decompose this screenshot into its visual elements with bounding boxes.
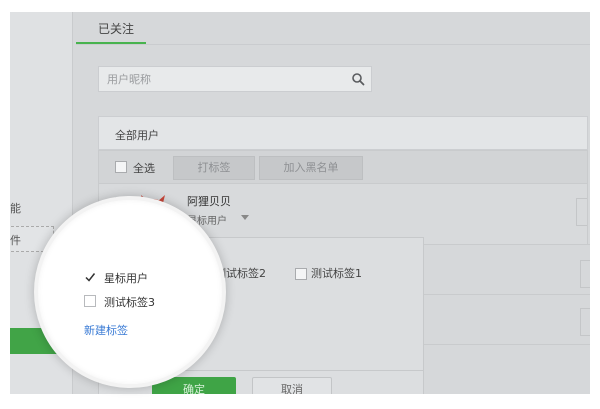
new-tag-link[interactable]: 新建标签 (84, 322, 128, 338)
magnifier-callout: 星标用户 测试标签3 新建标签 测试标签1 (34, 196, 226, 388)
search-box (98, 66, 372, 92)
search-input[interactable] (107, 71, 347, 87)
row-divider (424, 344, 590, 345)
row-edge-control (580, 308, 590, 336)
blacklist-button[interactable]: 加入黑名单 (259, 156, 363, 180)
select-all-label[interactable]: 全选 (133, 160, 155, 176)
row-divider (424, 294, 590, 295)
tab-bar-divider (76, 44, 590, 45)
screenshot-canvas: 能 件 已关注 全部用户 全选 打标签 加入黑名单 (0, 0, 600, 409)
search-icon[interactable] (351, 72, 365, 86)
row-edge-control (580, 260, 590, 288)
tag-option-label: 测试标签3 (104, 296, 155, 309)
tag-option-checkbox[interactable] (295, 268, 307, 280)
tab-followed[interactable]: 已关注 (98, 20, 134, 37)
panel-title: 全部用户 (115, 129, 159, 142)
select-all-checkbox[interactable] (115, 161, 127, 173)
sidebar-text: 件 (10, 234, 21, 247)
bulk-toolbar: 全选 打标签 加入黑名单 (98, 150, 588, 184)
row-edge-control (576, 198, 587, 226)
tag-option-checkbox[interactable] (84, 295, 96, 307)
tag-button[interactable]: 打标签 (173, 156, 255, 180)
triangle-down-icon[interactable] (241, 215, 249, 220)
row-divider (424, 244, 590, 245)
tag-option-label[interactable]: 测试标签1 (311, 265, 362, 281)
panel-header: 全部用户 (98, 116, 588, 150)
check-icon[interactable] (84, 271, 96, 283)
user-nickname[interactable]: 阿狸贝贝 (187, 193, 231, 209)
sidebar-text: 能 (10, 202, 21, 215)
tag-option-label: 星标用户 (104, 272, 148, 285)
cancel-button[interactable]: 取消 (252, 377, 332, 394)
